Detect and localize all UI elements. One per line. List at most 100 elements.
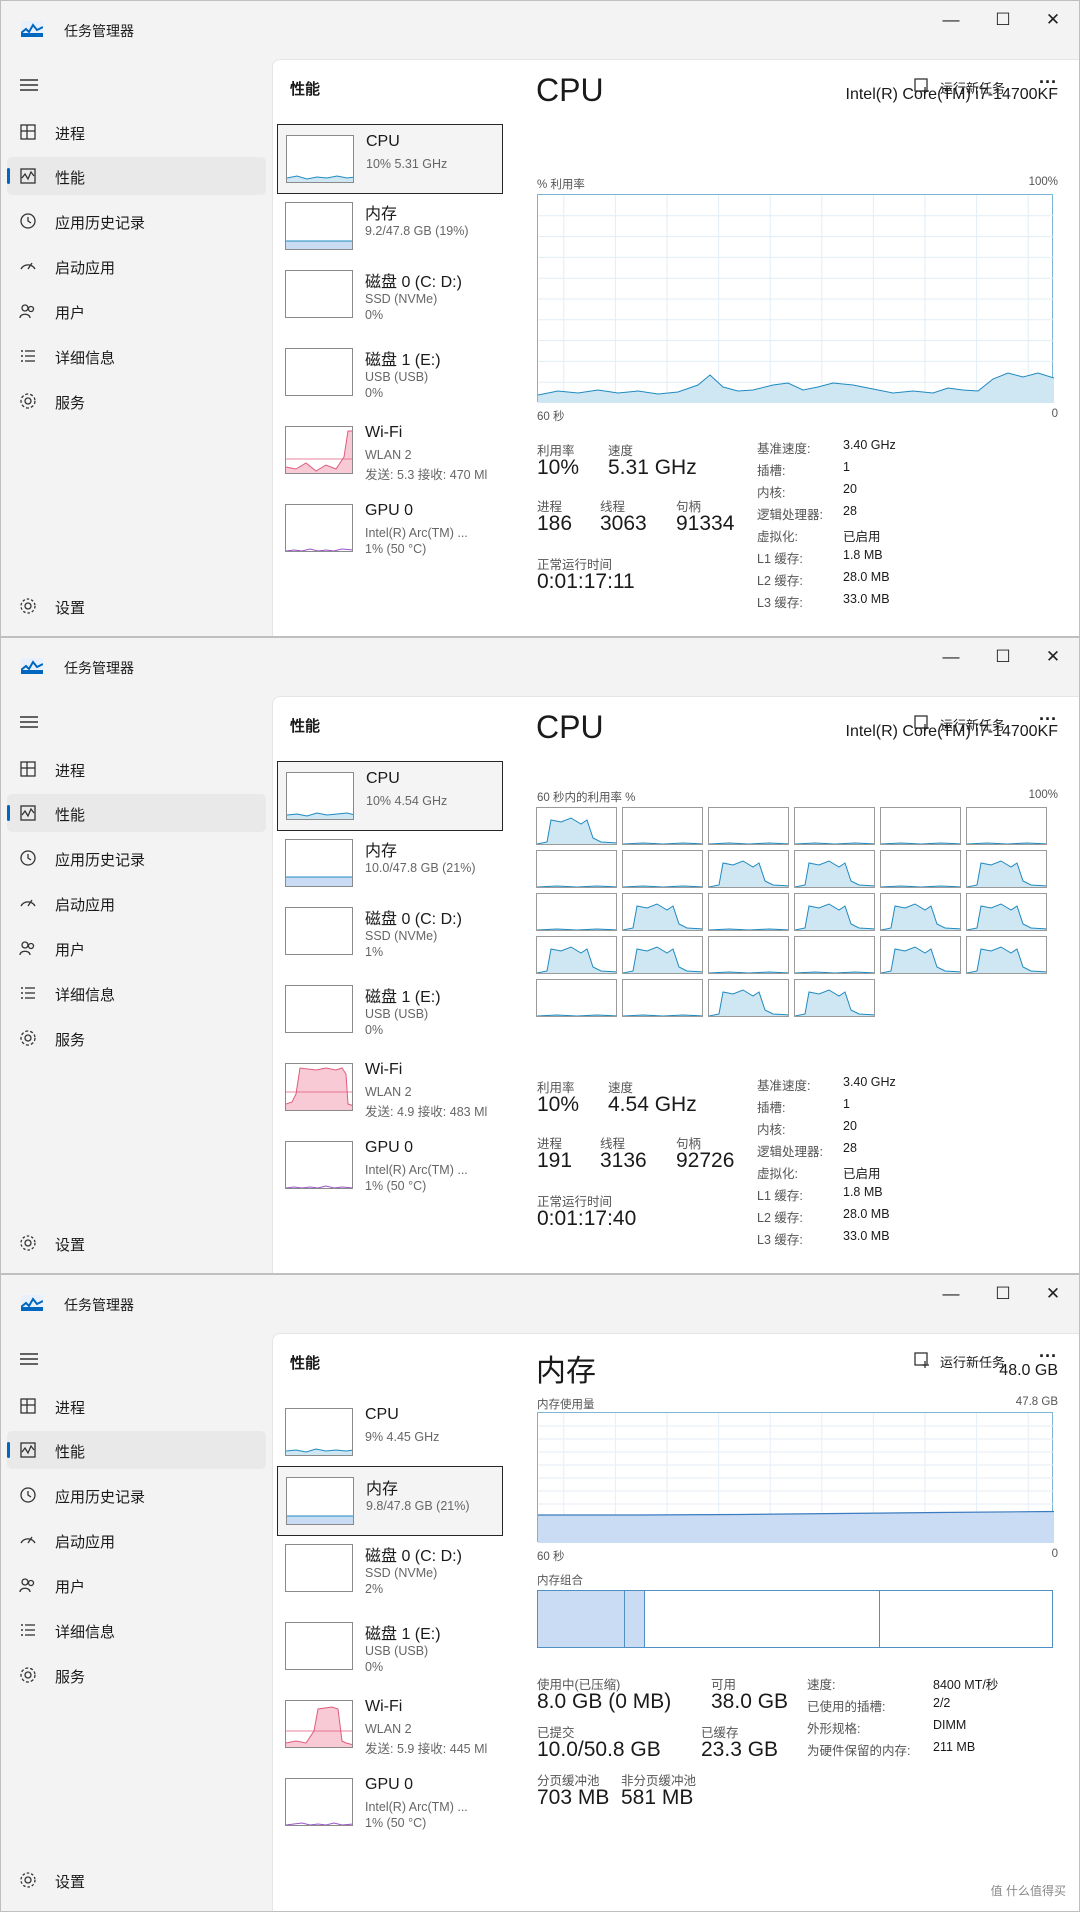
device-sub: SSD (NVMe) — [365, 929, 438, 943]
hamburger-icon[interactable] — [17, 712, 41, 732]
device-sub2: 1% (50 °C) — [365, 1816, 427, 1830]
nav-users[interactable]: 用户 — [7, 1566, 266, 1604]
nav-performance[interactable]: 性能 — [7, 157, 266, 195]
logical-processor-graph — [622, 979, 703, 1017]
base-speed-label: 基准速度: — [757, 1079, 811, 1093]
close-button[interactable]: ✕ — [1031, 5, 1075, 35]
nav-performance[interactable]: 性能 — [7, 794, 266, 832]
nav-label: 应用历史记录 — [55, 215, 146, 232]
cores-value: 20 — [843, 482, 857, 496]
paged-pool-value: 703 MB — [537, 1786, 610, 1809]
close-button[interactable]: ✕ — [1031, 642, 1075, 672]
device-disk1[interactable]: 磁盘 1 (E:) USB (USB) 0% — [277, 1612, 503, 1682]
nav-startup-apps[interactable]: 启动应用 — [7, 884, 266, 922]
logical-processor-graph — [794, 979, 875, 1017]
device-sub: 9.2/47.8 GB (19%) — [365, 224, 469, 238]
minimize-button[interactable]: — — [929, 5, 973, 35]
device-gpu[interactable]: GPU 0 Intel(R) Arc(TM) ... 1% (50 °C) — [277, 494, 503, 564]
disk0-thumbnail — [285, 1544, 353, 1592]
nav-app-history[interactable]: 应用历史记录 — [7, 202, 266, 240]
device-disk0[interactable]: 磁盘 0 (C: D:) SSD (NVMe) 0% — [277, 260, 503, 330]
nav-app-history[interactable]: 应用历史记录 — [7, 1476, 266, 1514]
users-icon — [19, 304, 35, 319]
nav-settings[interactable]: 设置 — [7, 587, 207, 623]
committed-value: 10.0/50.8 GB — [537, 1738, 661, 1761]
hamburger-icon[interactable] — [17, 75, 41, 95]
nav-label: 性能 — [55, 170, 86, 187]
logical-processor-graph — [794, 893, 875, 931]
nav-details[interactable]: 详细信息 — [7, 974, 266, 1012]
run-task-icon — [914, 1352, 929, 1368]
nav-label: 启动应用 — [55, 260, 116, 277]
device-gpu[interactable]: GPU 0 Intel(R) Arc(TM) ... 1% (50 °C) — [277, 1131, 503, 1201]
device-gpu[interactable]: GPU 0 Intel(R) Arc(TM) ... 1% (50 °C) — [277, 1768, 503, 1838]
device-disk0[interactable]: 磁盘 0 (C: D:) SSD (NVMe) 1% — [277, 897, 503, 967]
nav-details[interactable]: 详细信息 — [7, 1611, 266, 1649]
gear-icon — [20, 598, 36, 614]
minimize-button[interactable]: — — [929, 642, 973, 672]
cores-value: 20 — [843, 1119, 857, 1133]
nav-services[interactable]: 服务 — [7, 1019, 266, 1057]
app-title: 任务管理器 — [64, 660, 134, 676]
wifi-thumbnail — [285, 1700, 353, 1748]
logical-value: 28 — [843, 504, 857, 518]
nav-services[interactable]: 服务 — [7, 1656, 266, 1694]
device-wifi[interactable]: Wi-Fi WLAN 2 发送: 5.9 接收: 445 Ml — [277, 1690, 503, 1760]
minimize-button[interactable]: — — [929, 1279, 973, 1309]
device-disk0[interactable]: 磁盘 0 (C: D:) SSD (NVMe) 2% — [277, 1534, 503, 1604]
device-cpu[interactable]: CPU 10% 5.31 GHz — [277, 124, 503, 194]
hamburger-icon[interactable] — [17, 1349, 41, 1369]
device-wifi[interactable]: Wi-Fi WLAN 2 发送: 4.9 接收: 483 Ml — [277, 1053, 503, 1123]
threads-value: 3063 — [600, 512, 647, 535]
device-disk1[interactable]: 磁盘 1 (E:) USB (USB) 0% — [277, 975, 503, 1045]
nav-processes[interactable]: 进程 — [7, 113, 266, 151]
available-value: 38.0 GB — [711, 1690, 789, 1713]
logical-processor-graph — [708, 850, 789, 888]
nav-processes[interactable]: 进程 — [7, 750, 266, 788]
logical-processor-graph — [880, 893, 961, 931]
nav-performance[interactable]: 性能 — [7, 1431, 266, 1469]
device-name: CPU — [366, 133, 400, 150]
device-cpu[interactable]: CPU 10% 4.54 GHz — [277, 761, 503, 831]
graph-max: 47.8 GB — [1015, 1396, 1058, 1408]
hw-reserved-label: 为硬件保留的内存: — [807, 1744, 911, 1758]
device-cpu[interactable]: CPU 9% 4.45 GHz — [277, 1398, 503, 1468]
device-sub: 10% 4.54 GHz — [366, 794, 448, 808]
graph-time-label: 60 秒 — [537, 411, 565, 423]
nav-startup-apps[interactable]: 启动应用 — [7, 1521, 266, 1559]
nav-startup-apps[interactable]: 启动应用 — [7, 247, 266, 285]
device-memory[interactable]: 内存 9.2/47.8 GB (19%) — [277, 192, 503, 262]
gpu-thumbnail — [285, 1778, 353, 1826]
nav-services[interactable]: 服务 — [7, 382, 266, 420]
device-name: 磁盘 1 (E:) — [365, 1626, 441, 1643]
nav-settings[interactable]: 设置 — [7, 1861, 207, 1897]
maximize-button[interactable]: ☐ — [981, 1279, 1025, 1309]
users-icon — [19, 1578, 35, 1593]
nav-label: 启动应用 — [55, 897, 116, 914]
logical-processor-graph — [794, 936, 875, 974]
task-manager-window-3: 任务管理器 — ☐ ✕ 进程 性能 应用历史记录 启动应用 用户 详细信息 服务… — [0, 1274, 1080, 1912]
maximize-button[interactable]: ☐ — [981, 642, 1025, 672]
device-memory[interactable]: 内存 10.0/47.8 GB (21%) — [277, 829, 503, 899]
nav-settings[interactable]: 设置 — [7, 1224, 207, 1260]
sockets-label: 插槽: — [757, 464, 786, 478]
processes-value: 186 — [537, 512, 573, 535]
nav-users[interactable]: 用户 — [7, 929, 266, 967]
maximize-button[interactable]: ☐ — [981, 5, 1025, 35]
device-sub2: 0% — [365, 1660, 384, 1674]
nav-users[interactable]: 用户 — [7, 292, 266, 330]
util-value: 10% — [537, 456, 580, 479]
close-button[interactable]: ✕ — [1031, 1279, 1075, 1309]
device-memory[interactable]: 内存 9.8/47.8 GB (21%) — [277, 1466, 503, 1536]
nav-processes[interactable]: 进程 — [7, 1387, 266, 1425]
device-wifi[interactable]: Wi-Fi WLAN 2 发送: 5.3 接收: 470 Ml — [277, 416, 503, 486]
device-disk1[interactable]: 磁盘 1 (E:) USB (USB) 0% — [277, 338, 503, 408]
device-sub2: 发送: 5.9 接收: 445 Ml — [365, 1742, 488, 1756]
nav-details[interactable]: 详细信息 — [7, 337, 266, 375]
history-icon — [20, 850, 36, 866]
speed-value: 4.54 GHz — [608, 1093, 697, 1116]
memory-thumbnail — [286, 1477, 354, 1525]
logical-processor-graph — [966, 807, 1047, 845]
gpu-thumbnail — [285, 1141, 353, 1189]
nav-app-history[interactable]: 应用历史记录 — [7, 839, 266, 877]
